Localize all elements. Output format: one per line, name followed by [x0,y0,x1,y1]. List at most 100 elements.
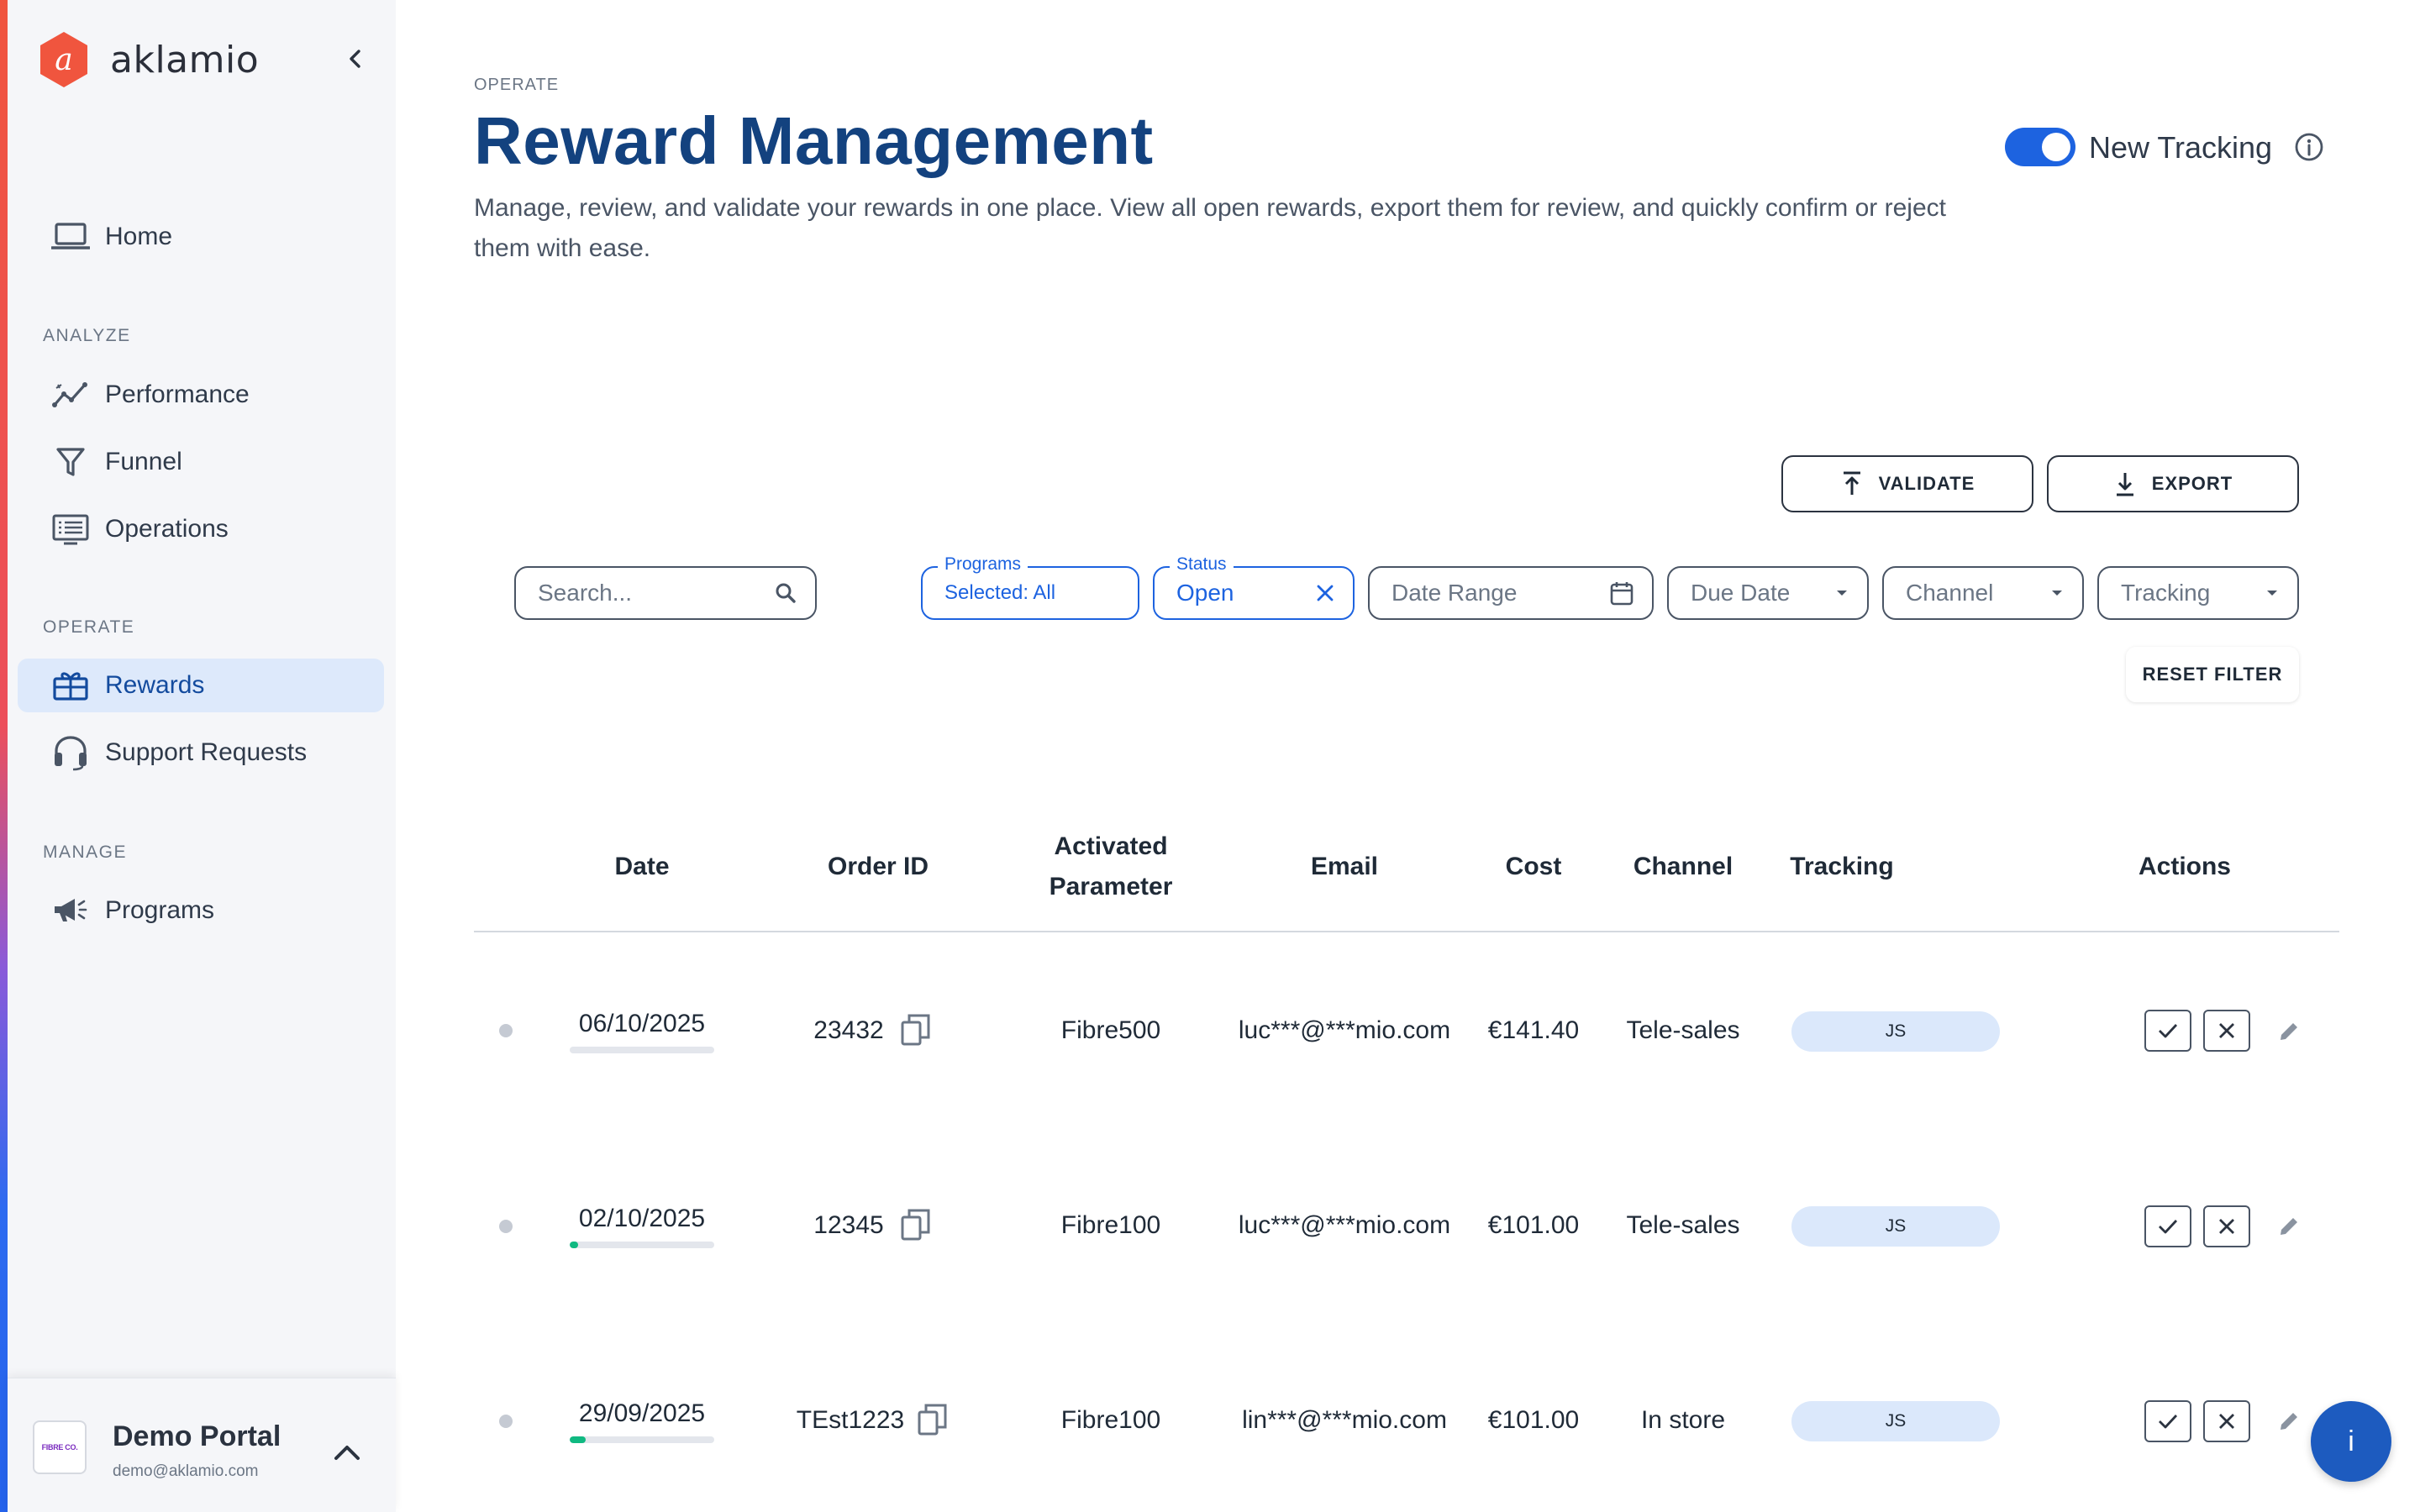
sidebar-item-label: Funnel [105,448,182,475]
gift-icon [51,666,90,705]
date-range-picker[interactable]: Date Range [1368,566,1654,620]
edit-icon[interactable] [2272,1404,2306,1438]
close-icon [2219,1023,2234,1038]
section-label-operate: OPERATE [43,617,135,637]
user-name: Demo Portal [113,1420,281,1452]
row-cost: €141.40 [1487,1016,1580,1044]
sidebar-item-rewards[interactable]: Rewards [18,659,384,712]
reject-button[interactable] [2203,1010,2250,1052]
sidebar: a aklamio Home ANALYZE Performance Funne… [8,0,396,1512]
column-header-tracking[interactable]: Tracking [1790,825,1894,909]
confirm-button[interactable] [2144,1010,2191,1052]
channel-select[interactable]: Channel [1882,566,2084,620]
column-header-date[interactable]: Date [578,825,706,909]
search-input[interactable]: Search... [514,566,817,620]
programs-value: Selected: All [944,581,1056,604]
sidebar-item-funnel[interactable]: Funnel [18,435,384,489]
reject-button[interactable] [2203,1400,2250,1442]
row-cost: €101.00 [1487,1211,1580,1239]
upload-icon [1843,471,1860,495]
close-icon [2219,1219,2234,1234]
download-icon [2116,473,2133,496]
sidebar-item-label: Performance [105,381,250,408]
caret-down-icon [2265,589,2279,597]
page-description: Manage, review, and validate your reward… [474,194,1946,262]
row-channel: Tele-sales [1626,1016,1740,1044]
column-header-actions: Actions [2138,853,2231,880]
row-channel: In store [1640,1406,1726,1434]
row-order-id: 12345 [813,1211,884,1239]
copy-icon[interactable] [899,1206,933,1243]
reset-filter-button[interactable]: RESET FILTER [2126,647,2299,702]
due-date-select[interactable]: Due Date [1667,566,1869,620]
toggle-knob [2042,133,2070,161]
export-label: EXPORT [2151,473,2233,494]
laptop-icon [51,218,90,256]
column-header-channel[interactable]: Channel [1613,825,1753,909]
chevron-left-icon [350,50,360,68]
row-activated-parameter: Fibre100 [1060,1406,1161,1434]
export-button[interactable]: EXPORT [2047,455,2299,512]
sidebar-item-programs[interactable]: Programs [18,884,384,937]
clear-status-icon[interactable] [1316,584,1334,602]
section-label-analyze: ANALYZE [43,326,131,345]
sidebar-item-operations[interactable]: Operations [18,502,384,556]
caret-down-icon [2050,589,2064,597]
calendar-icon [1610,580,1634,606]
date-cell: 29/09/2025 [570,1399,714,1443]
column-header-order-id[interactable]: Order ID [807,825,950,909]
aklamio-logo-icon: a [40,32,87,87]
check-icon [2159,1415,2178,1429]
column-header-cost[interactable]: Cost [1479,825,1588,909]
row-channel: Tele-sales [1626,1211,1740,1239]
user-panel[interactable]: FIBRE CO. Demo Portal demo@aklamio.com [8,1378,396,1512]
status-select[interactable]: Status Open [1153,554,1355,620]
new-tracking-label: New Tracking [2089,130,2273,165]
programs-select[interactable]: Programs Selected: All [921,554,1139,620]
validate-button[interactable]: VALIDATE [1781,455,2033,512]
section-label-manage: MANAGE [43,843,128,862]
copy-icon[interactable] [916,1401,950,1438]
programs-label: Programs [938,554,1028,575]
sidebar-item-support-requests[interactable]: Support Requests [18,726,384,780]
date-cell: 06/10/2025 [570,1010,714,1053]
trend-icon [51,375,90,414]
edit-icon[interactable] [2272,1210,2306,1243]
confirm-button[interactable] [2144,1400,2191,1442]
row-date: 29/09/2025 [578,1399,706,1427]
sidebar-item-label: Programs [105,896,215,924]
sidebar-item-home[interactable]: Home [18,210,384,264]
column-header-email[interactable]: Email [1252,825,1437,909]
new-tracking-toggle[interactable] [2005,128,2075,166]
sidebar-item-label: Rewards [105,671,205,699]
column-header-activated-parameter[interactable]: Activated Parameter [1025,825,1197,909]
row-email: luc***@***mio.com [1238,1211,1451,1239]
operations-icon [51,510,90,549]
svg-text:a: a [55,43,72,77]
edit-icon[interactable] [2272,1015,2306,1048]
chevron-up-icon [334,1446,360,1460]
tracking-pill: JS [1791,1011,2000,1052]
table-header-divider [474,931,2339,932]
user-menu-toggle[interactable] [329,1434,366,1471]
tracking-select[interactable]: Tracking [2097,566,2299,620]
info-icon[interactable] [2292,130,2326,164]
sidebar-item-performance[interactable]: Performance [18,368,384,422]
caret-down-icon [1835,589,1849,597]
row-date: 06/10/2025 [578,1010,706,1037]
company-logo-text: FIBRE CO. [41,1443,78,1452]
copy-icon[interactable] [899,1011,933,1048]
row-cost: €101.00 [1487,1406,1580,1434]
brand-logo[interactable]: a aklamio [38,30,259,89]
confirm-button[interactable] [2144,1205,2191,1247]
due-progress-bar [570,1047,714,1053]
close-icon [2219,1414,2234,1429]
reject-button[interactable] [2203,1205,2250,1247]
status-label: Status [1170,554,1234,575]
due-progress-fill [570,1242,579,1248]
collapse-sidebar-button[interactable] [340,44,371,74]
row-order-id: 23432 [813,1016,884,1044]
funnel-icon [51,443,90,481]
info-chat-button[interactable]: i [2311,1401,2391,1482]
search-placeholder: Search... [538,580,633,606]
